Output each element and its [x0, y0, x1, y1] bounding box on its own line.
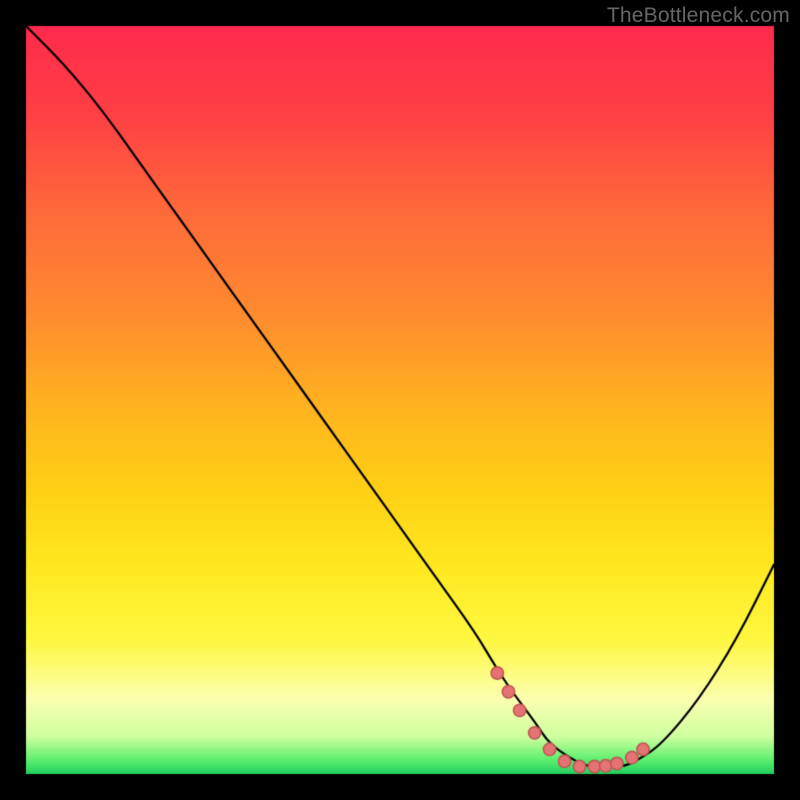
watermark-label: TheBottleneck.com — [607, 4, 790, 28]
bottleneck-curve-chart — [0, 0, 800, 800]
